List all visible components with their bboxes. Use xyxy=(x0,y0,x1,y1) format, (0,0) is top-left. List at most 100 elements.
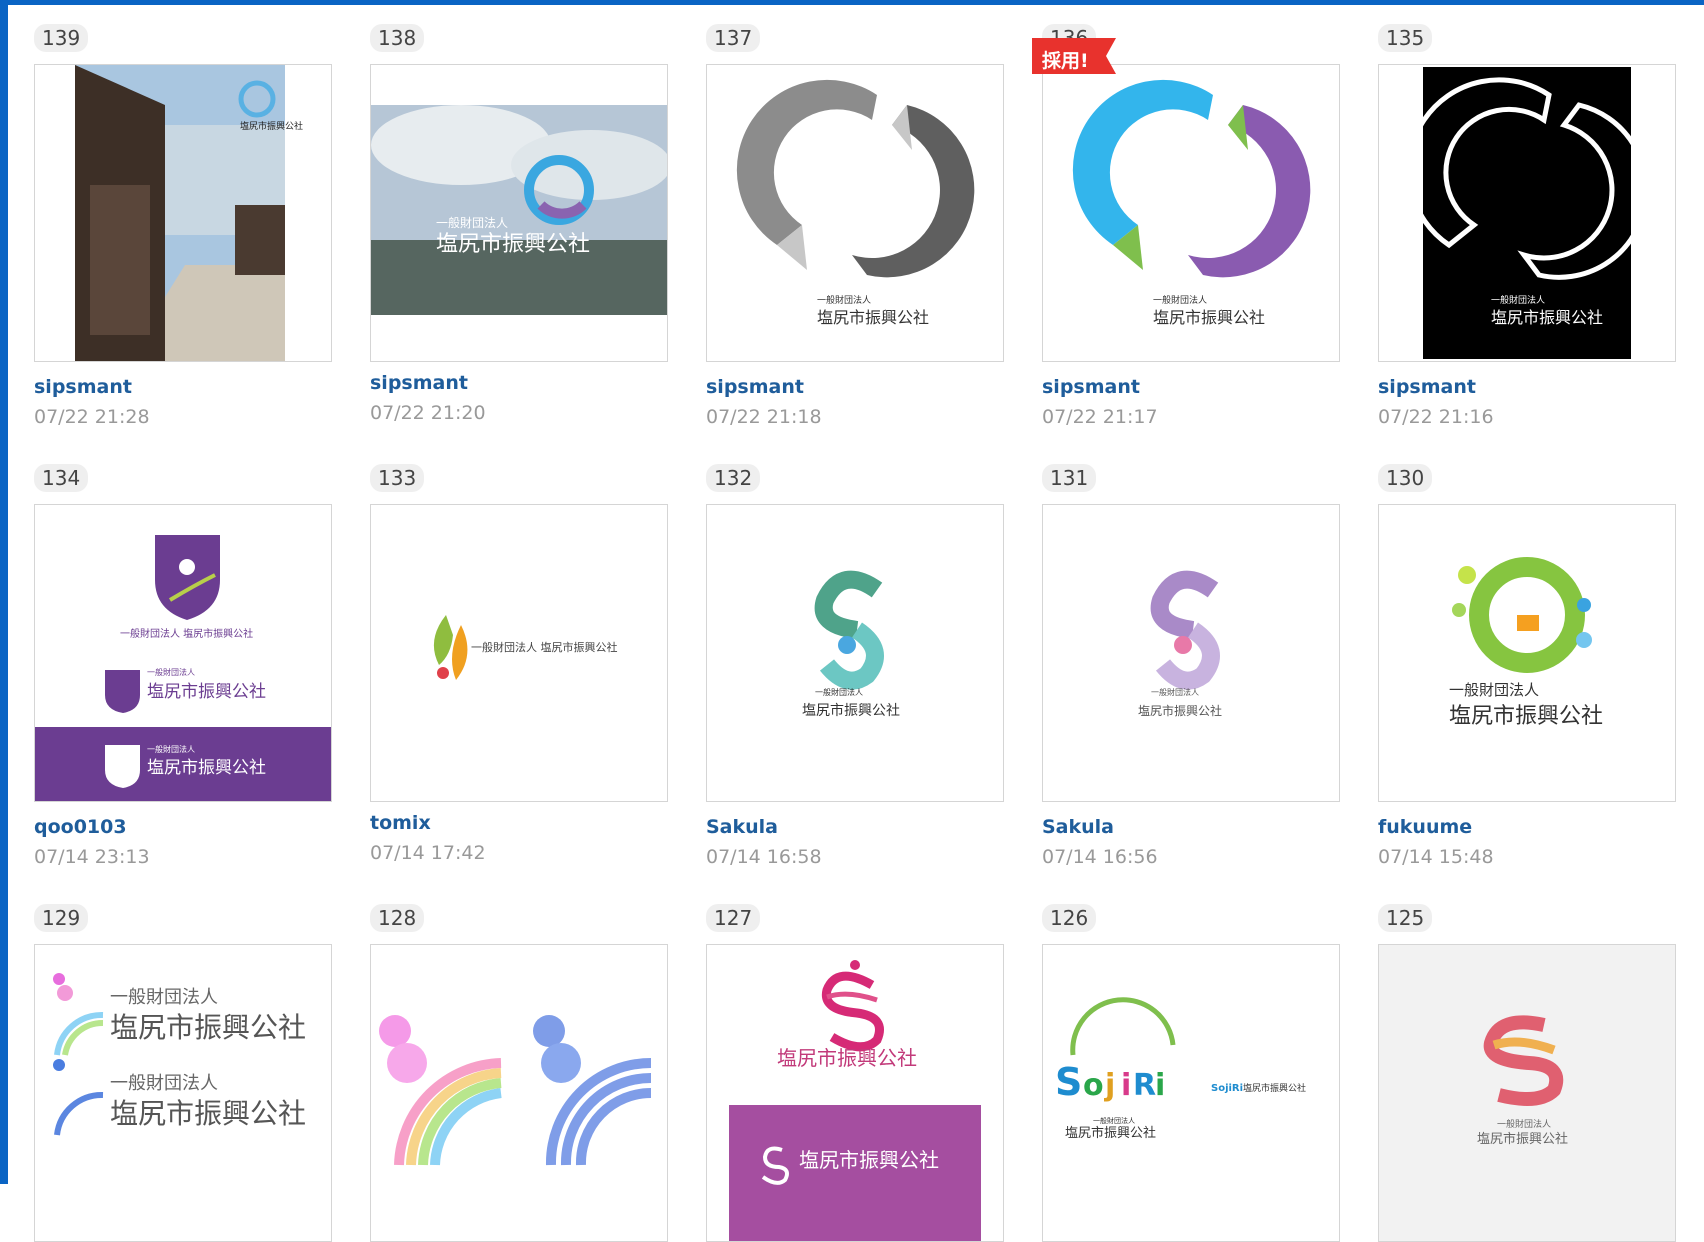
adopted-badge-label: 採用! xyxy=(1042,50,1089,72)
svg-text:i: i xyxy=(1155,1068,1165,1103)
svg-text:塩尻市振興公社: 塩尻市振興公社 xyxy=(802,702,900,719)
green-s-logo-image: 一般財団法人 塩尻市振興公社 xyxy=(802,570,900,719)
svg-text:塩尻市振興公社: 塩尻市振興公社 xyxy=(110,1011,306,1044)
window-frame-top xyxy=(0,0,1704,5)
entry-user-link[interactable]: sipsmant xyxy=(706,376,804,398)
svg-text:塩尻市振興公社: 塩尻市振興公社 xyxy=(1138,703,1222,718)
svg-text:塩尻市振興公社: 塩尻市振興公社 xyxy=(777,1046,917,1070)
entry-number: 134 xyxy=(34,464,89,492)
svg-text:R: R xyxy=(1133,1068,1156,1103)
svg-text:塩尻市振興公社: 塩尻市振興公社 xyxy=(436,232,590,257)
rainbow-text-logo-image: 一般財団法人 塩尻市振興公社 一般財団法人 塩尻市振興公社 xyxy=(53,973,306,1136)
entry-user-link[interactable]: Sakula xyxy=(706,816,778,838)
entry-thumbnail[interactable]: 塩尻市振興公社 xyxy=(34,64,332,362)
pink-s-logo-image: 塩尻市振興公社 塩尻市振興公社 xyxy=(729,960,981,1241)
svg-text:S: S xyxy=(1055,1060,1082,1104)
entry-thumbnail[interactable]: 一般財団法人 塩尻市振興公社 xyxy=(1378,944,1676,1242)
svg-text:塩尻市振興公社: 塩尻市振興公社 xyxy=(817,308,929,327)
svg-text:j: j xyxy=(1104,1068,1115,1103)
svg-text:一般財団法人: 一般財団法人 xyxy=(147,667,195,677)
svg-text:塩尻市振興公社: 塩尻市振興公社 xyxy=(240,120,303,132)
shiojiri-letters-logo-image: S o j i R i 一般財団法人 塩尻市振興公社 SojiRi 塩尻市振興公… xyxy=(1055,997,1306,1141)
entry-thumbnail[interactable]: 一般財団法人 塩尻市振興公社 xyxy=(1378,64,1676,362)
svg-text:塩尻市振興公社: 塩尻市振興公社 xyxy=(1243,1082,1306,1094)
purple-shield-logo-image: 一般財団法人 塩尻市振興公社 一般財団法人 塩尻市振興公社 一般財団法人 塩尻市… xyxy=(35,535,331,801)
ribbon-s-logo-image: 一般財団法人 塩尻市振興公社 xyxy=(1379,945,1675,1241)
entry-timestamp: 07/22 21:17 xyxy=(1042,406,1158,428)
entry-thumbnail[interactable]: S o j i R i 一般財団法人 塩尻市振興公社 SojiRi 塩尻市振興公… xyxy=(1042,944,1340,1242)
entry-user-link[interactable]: sipsmant xyxy=(1378,376,1476,398)
svg-text:o: o xyxy=(1083,1068,1104,1103)
entry-thumbnail[interactable]: 一般財団法人 塩尻市振興公社 一般財団法人 塩尻市振興公社 xyxy=(34,944,332,1242)
flame-logo-image: 一般財団法人 塩尻市振興公社 xyxy=(433,615,618,680)
svg-text:一般財団法人: 一般財団法人 xyxy=(1449,681,1539,699)
rainbow-arcs-logo-image xyxy=(379,1015,652,1166)
svg-text:塩尻市振興公社: 塩尻市振興公社 xyxy=(110,1097,306,1130)
svg-text:一般財団法人: 一般財団法人 xyxy=(1153,294,1207,306)
green-ring-logo-image: 一般財団法人 塩尻市振興公社 xyxy=(1449,557,1603,729)
svg-text:一般財団法人: 一般財団法人 xyxy=(1151,687,1199,697)
entry-user-link[interactable]: sipsmant xyxy=(1042,376,1140,398)
entry-user-link[interactable]: Sakula xyxy=(1042,816,1114,838)
entry-thumbnail[interactable] xyxy=(370,944,668,1242)
entry-thumbnail[interactable]: 一般財団法人 塩尻市振興公社 xyxy=(370,504,668,802)
entry-number: 126 xyxy=(1042,904,1097,932)
entry-user-link[interactable]: fukuume xyxy=(1378,816,1472,838)
entry-thumbnail[interactable]: 塩尻市振興公社 塩尻市振興公社 xyxy=(706,944,1004,1242)
entry-number: 131 xyxy=(1042,464,1097,492)
svg-text:一般財団法人: 一般財団法人 xyxy=(110,1073,218,1094)
svg-text:一般財団法人: 一般財団法人 xyxy=(1491,294,1545,306)
photo-sky-logo-image: 一般財団法人 塩尻市振興公社 xyxy=(371,105,667,315)
entry-timestamp: 07/22 21:16 xyxy=(1378,406,1494,428)
entry-timestamp: 07/14 23:13 xyxy=(34,846,150,868)
svg-text:SojiRi: SojiRi xyxy=(1211,1083,1243,1094)
photo-street-logo-image: 塩尻市振興公社 xyxy=(75,65,303,361)
svg-text:一般財団法人: 一般財団法人 xyxy=(436,215,508,230)
entry-timestamp: 07/14 16:56 xyxy=(1042,846,1158,868)
entry-user-link[interactable]: tomix xyxy=(370,812,431,834)
entry-number: 138 xyxy=(370,24,425,52)
entry-user-link[interactable]: sipsmant xyxy=(370,372,468,394)
entry-number: 133 xyxy=(370,464,425,492)
svg-text:塩尻市振興公社: 塩尻市振興公社 xyxy=(147,682,266,702)
svg-text:一般財団法人 塩尻市振興公社: 一般財団法人 塩尻市振興公社 xyxy=(120,627,253,640)
entry-thumbnail[interactable]: 一般財団法人 塩尻市振興公社 xyxy=(706,504,1004,802)
entry-timestamp: 07/14 16:58 xyxy=(706,846,822,868)
svg-text:塩尻市振興公社: 塩尻市振興公社 xyxy=(1153,308,1265,327)
entry-number: 128 xyxy=(370,904,425,932)
entry-user-link[interactable]: sipsmant xyxy=(34,376,132,398)
svg-text:塩尻市振興公社: 塩尻市振興公社 xyxy=(1449,704,1603,729)
svg-text:一般財団法人: 一般財団法人 xyxy=(817,294,871,306)
svg-text:塩尻市振興公社: 塩尻市振興公社 xyxy=(1477,1131,1568,1147)
entry-thumbnail[interactable]: 一般財団法人 塩尻市振興公社 xyxy=(1378,504,1676,802)
svg-text:一般財団法人: 一般財団法人 xyxy=(815,687,863,697)
entry-timestamp: 07/14 17:42 xyxy=(370,842,486,864)
entry-number: 137 xyxy=(706,24,761,52)
svg-text:一般財団法人: 一般財団法人 xyxy=(1497,1118,1551,1130)
black-swirl-logo-image: 一般財団法人 塩尻市振興公社 xyxy=(1406,67,1649,359)
svg-text:一般財団法人: 一般財団法人 xyxy=(1093,1116,1135,1125)
svg-text:塩尻市振興公社: 塩尻市振興公社 xyxy=(147,758,266,778)
entry-number: 139 xyxy=(34,24,89,52)
svg-text:一般財団法人 塩尻市振興公社: 一般財団法人 塩尻市振興公社 xyxy=(471,640,618,654)
svg-text:塩尻市振興公社: 塩尻市振興公社 xyxy=(799,1148,939,1172)
entry-thumbnail[interactable]: 一般財団法人 塩尻市振興公社 xyxy=(1042,64,1340,362)
adopted-badge: 採用! xyxy=(1032,34,1132,82)
color-swirl-logo-image: 一般財団法人 塩尻市振興公社 xyxy=(1072,79,1311,327)
entry-number: 125 xyxy=(1378,904,1433,932)
entry-thumbnail[interactable]: 一般財団法人 塩尻市振興公社 一般財団法人 塩尻市振興公社 一般財団法人 塩尻市… xyxy=(34,504,332,802)
entry-number: 130 xyxy=(1378,464,1433,492)
svg-text:一般財団法人: 一般財団法人 xyxy=(110,987,218,1008)
entry-thumbnail[interactable]: 一般財団法人 塩尻市振興公社 xyxy=(370,64,668,362)
entry-thumbnail[interactable]: 一般財団法人 塩尻市振興公社 xyxy=(706,64,1004,362)
entry-user-link[interactable]: qoo0103 xyxy=(34,816,127,838)
gray-swirl-logo-image: 一般財団法人 塩尻市振興公社 xyxy=(736,79,975,327)
entry-number: 132 xyxy=(706,464,761,492)
entry-thumbnail[interactable]: 一般財団法人 塩尻市振興公社 xyxy=(1042,504,1340,802)
entry-number: 135 xyxy=(1378,24,1433,52)
entry-timestamp: 07/14 15:48 xyxy=(1378,846,1494,868)
entry-number: 129 xyxy=(34,904,89,932)
svg-text:塩尻市振興公社: 塩尻市振興公社 xyxy=(1491,308,1603,327)
entry-number: 127 xyxy=(706,904,761,932)
svg-text:塩尻市振興公社: 塩尻市振興公社 xyxy=(1065,1125,1156,1141)
